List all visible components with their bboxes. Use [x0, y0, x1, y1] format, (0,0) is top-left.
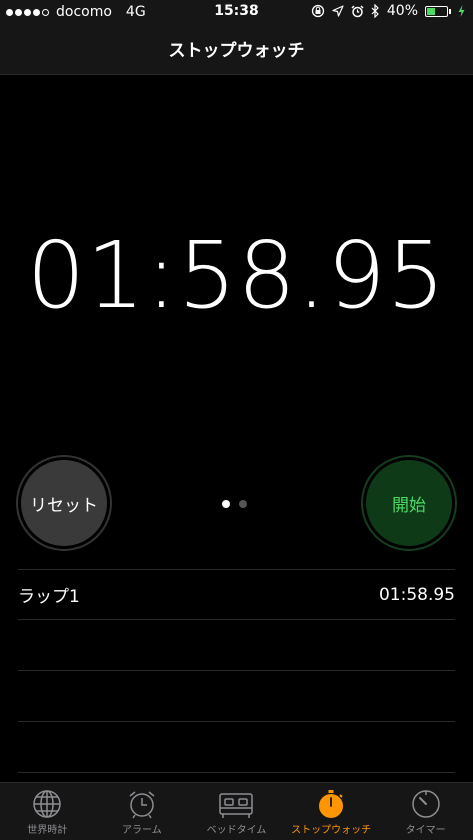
tab-stopwatch[interactable]: ストップウォッチ: [284, 783, 379, 840]
bed-icon: [219, 793, 254, 818]
lap-label: ラップ1: [18, 587, 80, 607]
timer-icon: [411, 790, 440, 818]
alarm-clock-icon: [129, 791, 155, 819]
stopwatch-icon: [319, 790, 344, 818]
tab-alarm[interactable]: アラーム: [95, 783, 190, 840]
status-right: 40%: [311, 3, 465, 19]
tab-bar: 世界時計 アラーム ベッドタイム ストップウォッチ タイマー: [0, 782, 473, 840]
page-dot: [222, 500, 230, 508]
page-dot: [239, 500, 247, 508]
orientation-lock-icon: [311, 4, 325, 18]
battery-percent: 40%: [386, 3, 418, 19]
battery-fill: [427, 7, 435, 15]
navigation-bar: ストップウォッチ: [0, 24, 473, 75]
tab-timer[interactable]: タイマー: [378, 783, 473, 840]
tab-label: アラーム: [122, 825, 162, 836]
battery-icon: [425, 5, 448, 17]
tab-bedtime[interactable]: ベッドタイム: [189, 783, 284, 840]
lap-time: 01:58.95: [378, 584, 455, 605]
lap-row: ラップ1 01:58.95: [18, 569, 455, 619]
alarm-icon: [351, 4, 364, 17]
tab-label: ストップウォッチ: [291, 825, 372, 836]
tab-world-clock[interactable]: 世界時計: [0, 783, 95, 840]
reset-button-label: リセット: [21, 460, 107, 546]
empty-lap-row: [18, 721, 455, 772]
empty-lap-row: [18, 619, 455, 670]
globe-icon: [33, 790, 62, 818]
tab-label: ベッドタイム: [206, 825, 267, 836]
stopwatch-time-display: 01:58.95: [26, 222, 447, 329]
page-title: ストップウォッチ: [168, 41, 305, 61]
tab-label: タイマー: [405, 825, 446, 836]
status-bar: docomo 4G 15:38 40%: [0, 0, 473, 24]
start-button[interactable]: 開始: [361, 455, 457, 551]
bluetooth-icon: [371, 4, 379, 18]
location-icon: [332, 5, 344, 17]
tab-label: 世界時計: [27, 825, 68, 836]
empty-lap-row: [18, 670, 455, 721]
page-indicator[interactable]: [222, 500, 247, 508]
reset-button[interactable]: リセット: [16, 455, 112, 551]
start-button-label: 開始: [366, 460, 452, 546]
charging-icon: [458, 5, 465, 17]
battery-cap: [449, 8, 451, 14]
